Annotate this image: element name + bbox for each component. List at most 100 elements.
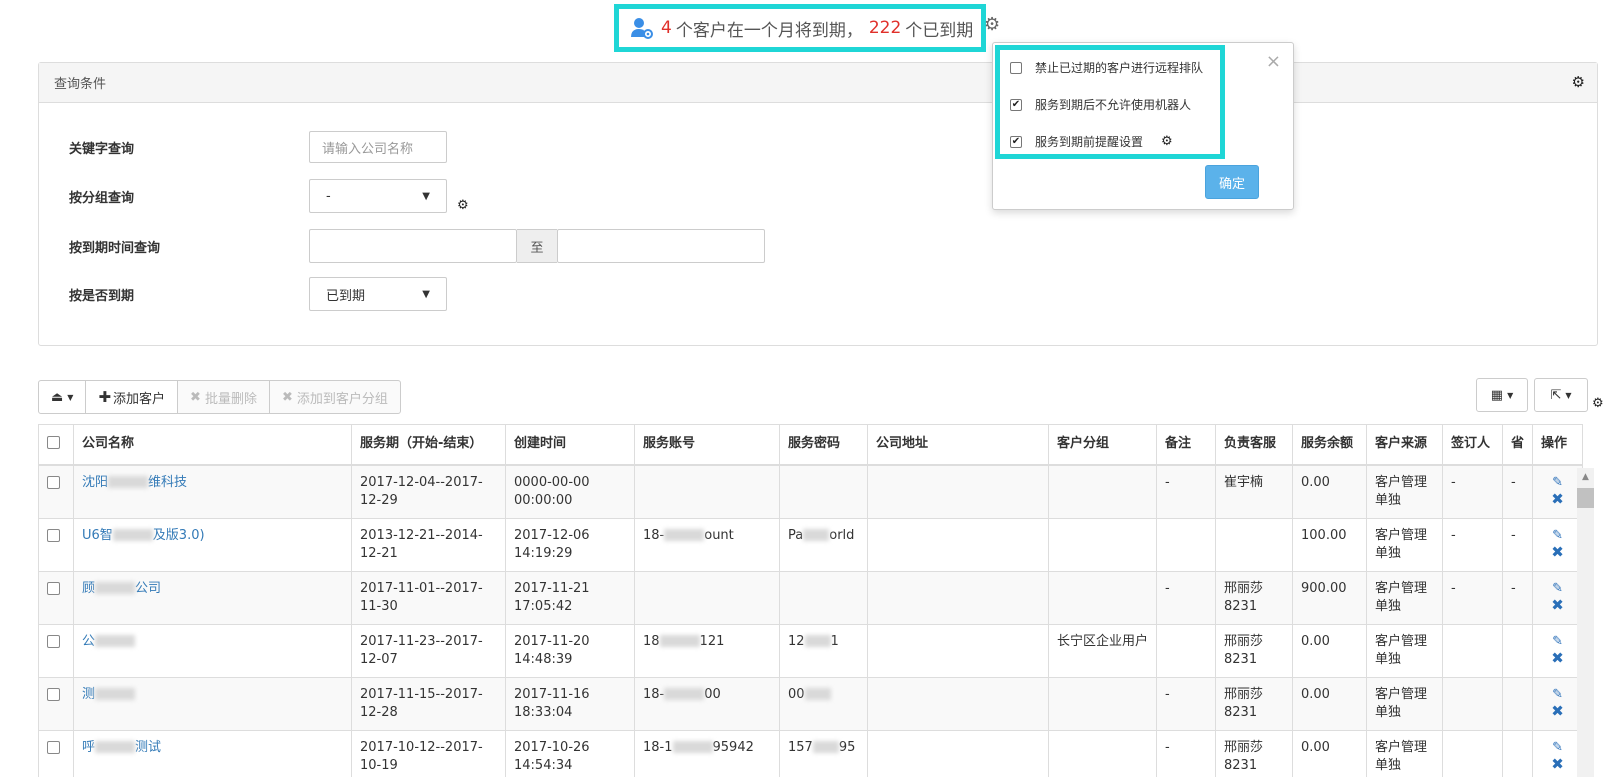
- password-cell: 157 95: [779, 729, 868, 777]
- delete-icon[interactable]: ✖: [1551, 702, 1564, 720]
- column-header[interactable]: 负责客服: [1215, 424, 1293, 466]
- company-link[interactable]: 测: [82, 687, 136, 702]
- column-header[interactable]: 服务密码: [779, 424, 868, 466]
- column-header[interactable]: 省: [1501, 424, 1534, 466]
- column-header[interactable]: 备注: [1156, 424, 1216, 466]
- plus-icon: ✚: [98, 388, 112, 406]
- edit-icon[interactable]: ✎: [1552, 633, 1563, 650]
- row-checkbox[interactable]: [47, 581, 60, 595]
- redacted-text: [108, 476, 149, 488]
- column-header[interactable]: 服务期（开始-结束）: [351, 424, 506, 466]
- province-cell: -: [1501, 517, 1534, 572]
- source-cell: 客户管理单独: [1366, 623, 1443, 678]
- table-row: 测 2017-11-15--2017-12-28 2017-11-16 18:3…: [38, 676, 1584, 731]
- gear-icon[interactable]: ⚙: [457, 198, 469, 213]
- caret-down-icon: ▼: [67, 392, 74, 402]
- delete-icon[interactable]: ✖: [1551, 596, 1564, 614]
- gear-icon[interactable]: ⚙: [1161, 134, 1173, 149]
- signer-cell: [1442, 676, 1503, 731]
- edit-icon[interactable]: ✎: [1552, 474, 1563, 491]
- column-header[interactable]: 签订人: [1442, 424, 1503, 466]
- date-range-separator: 至: [517, 229, 557, 263]
- scroll-up-arrow-icon[interactable]: ▲: [1577, 472, 1594, 482]
- add-customer-button[interactable]: ✚ 添加客户: [85, 380, 179, 414]
- add-to-group-label: 添加到客户分组: [296, 391, 388, 407]
- expired-select[interactable]: 已到期 ▼: [309, 277, 447, 311]
- account-cell: 18 121: [634, 623, 780, 678]
- date-end-input[interactable]: [557, 229, 765, 263]
- expired-count[interactable]: 222: [869, 18, 901, 38]
- keyword-input[interactable]: 请输入公司名称: [309, 131, 447, 163]
- row-select-cell: [38, 464, 74, 519]
- column-header[interactable]: 客户分组: [1048, 424, 1157, 466]
- company-link[interactable]: 呼测试: [82, 740, 161, 755]
- edit-icon[interactable]: ✎: [1552, 739, 1563, 756]
- company-link[interactable]: 顾公司: [82, 581, 161, 596]
- company-link[interactable]: 公: [82, 634, 136, 649]
- row-checkbox[interactable]: [47, 740, 60, 754]
- keyword-placeholder: 请输入公司名称: [322, 141, 414, 157]
- option-checkbox[interactable]: [1010, 61, 1022, 74]
- edit-icon[interactable]: ✎: [1552, 580, 1563, 597]
- option-reminder[interactable]: ✔ 服务到期前提醒设置 ⚙: [1010, 133, 1173, 150]
- option-checkbox[interactable]: ✔: [1010, 135, 1022, 148]
- row-checkbox[interactable]: [47, 687, 60, 701]
- table-row: 呼测试 2017-10-12--2017-10-19 2017-10-26 14…: [38, 729, 1584, 777]
- caret-down-icon: ▼: [422, 190, 430, 202]
- column-header[interactable]: 公司名称: [73, 424, 352, 466]
- row-checkbox[interactable]: [47, 475, 60, 489]
- import-dropdown-button[interactable]: ⏏ ▼: [38, 380, 87, 414]
- redacted-text: [803, 529, 830, 541]
- password-cell: Pa orld: [779, 517, 868, 572]
- export-inner: ⇱ ▼: [1534, 378, 1588, 412]
- soon-expiring-count[interactable]: 4: [661, 18, 672, 38]
- gear-icon[interactable]: ⚙: [984, 14, 1000, 35]
- redacted-text: [95, 688, 136, 700]
- table-toolbar: ⏏ ▼ ✚ 添加客户 ✖ 批量删除 ✖ 添加到客户分组: [38, 380, 401, 414]
- group-select[interactable]: - ▼: [309, 179, 447, 213]
- table-scrollbar[interactable]: ▲: [1577, 468, 1594, 777]
- redacted-text: [672, 741, 713, 753]
- edit-icon[interactable]: ✎: [1552, 527, 1563, 544]
- column-header[interactable]: 创建时间: [505, 424, 635, 466]
- balance-cell: 900.00: [1292, 570, 1367, 625]
- confirm-button[interactable]: 确定: [1205, 165, 1259, 199]
- select-all-checkbox[interactable]: [47, 435, 60, 449]
- option-disable-remote-queue[interactable]: 禁止已过期的客户进行远程排队: [1010, 59, 1203, 76]
- edit-icon[interactable]: ✎: [1552, 686, 1563, 703]
- column-header[interactable]: 公司地址: [867, 424, 1049, 466]
- account-cell: 18- ount: [634, 517, 780, 572]
- add-to-group-button[interactable]: ✖ 添加到客户分组: [268, 380, 401, 414]
- company-link[interactable]: U6智 及版3.0): [82, 528, 205, 543]
- close-icon[interactable]: ×: [1266, 51, 1281, 72]
- date-start-input[interactable]: [309, 229, 517, 263]
- company-link[interactable]: 沈阳 维科技: [82, 475, 187, 490]
- row-checkbox[interactable]: [47, 528, 60, 542]
- close-icon: ✖: [190, 389, 201, 405]
- scroll-thumb[interactable]: [1577, 488, 1594, 508]
- batch-delete-button[interactable]: ✖ 批量删除: [177, 380, 270, 414]
- delete-icon[interactable]: ✖: [1551, 490, 1564, 508]
- column-header[interactable]: 服务账号: [634, 424, 780, 466]
- row-checkbox[interactable]: [47, 634, 60, 648]
- delete-icon[interactable]: ✖: [1551, 543, 1564, 561]
- column-toggle-button[interactable]: ▦ ▼: [1476, 378, 1528, 412]
- column-header[interactable]: 服务余额: [1292, 424, 1367, 466]
- option-checkbox[interactable]: ✔: [1010, 98, 1022, 111]
- address-cell: [867, 570, 1049, 625]
- gear-icon[interactable]: ⚙: [1592, 396, 1604, 411]
- gear-icon[interactable]: ⚙: [1572, 73, 1585, 91]
- export-button[interactable]: ⇱ ▼: [1534, 378, 1588, 412]
- delete-icon[interactable]: ✖: [1551, 755, 1564, 773]
- created-cell: 2017-12-06 14:19:29: [505, 517, 635, 572]
- column-header[interactable]: 客户来源: [1366, 424, 1443, 466]
- delete-icon[interactable]: ✖: [1551, 649, 1564, 667]
- table-header-row: 公司名称 服务期（开始-结束） 创建时间 服务账号 服务密码 公司地址 客户分组…: [38, 424, 1584, 466]
- table-row: U6智 及版3.0) 2013-12-21--2014-12-21 2017-12…: [38, 517, 1584, 572]
- redacted-text: [659, 635, 700, 647]
- user-settings-icon: [631, 18, 653, 39]
- option-disable-robot[interactable]: ✔ 服务到期后不允许使用机器人: [1010, 96, 1191, 113]
- expiry-banner: 4 个客户在一个月将到期， 222 个已到期: [614, 4, 986, 52]
- soon-expiring-text: 个客户在一个月将到期，: [675, 20, 863, 41]
- redacted-text: [804, 688, 831, 700]
